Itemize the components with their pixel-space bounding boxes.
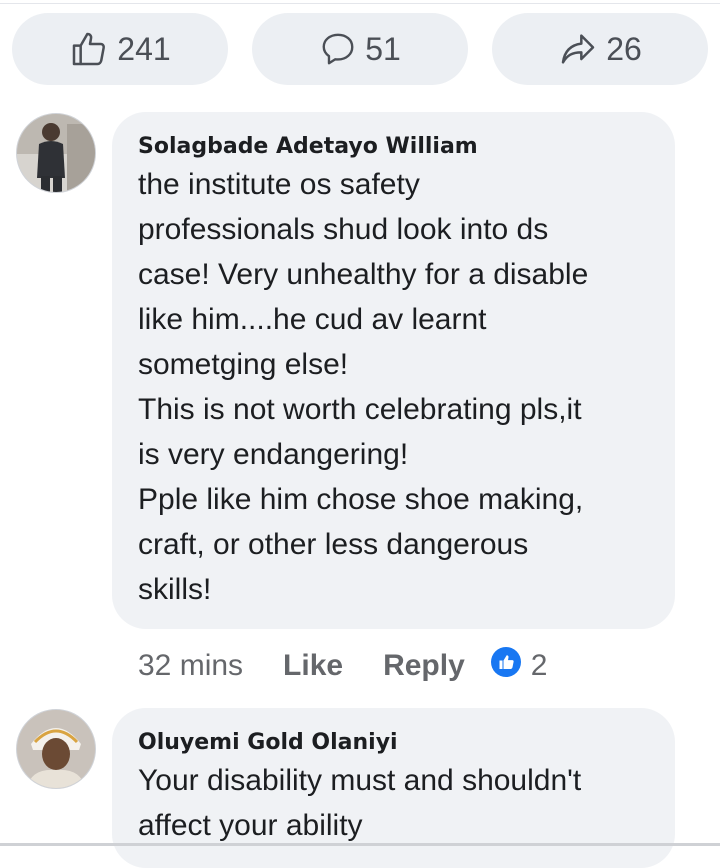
- comment-line: affect your ability: [138, 809, 363, 842]
- comment-line: the institute os safety: [138, 168, 420, 201]
- avatar-photo: [17, 710, 95, 788]
- comment-line: skills!: [138, 573, 212, 606]
- comment-line: is very endangering!: [138, 438, 409, 471]
- share-icon: [558, 29, 598, 69]
- reaction-count: 2: [530, 649, 548, 682]
- top-divider: [0, 3, 720, 4]
- comment-count-button[interactable]: 51: [252, 13, 468, 85]
- comment-line: Your disability must and shouldn't: [138, 764, 582, 797]
- comment-icon: [319, 30, 357, 68]
- share-count-button[interactable]: 26: [492, 13, 708, 85]
- avatar-photo: [17, 114, 95, 192]
- comment-author[interactable]: Solagbade Adetayo William: [138, 134, 651, 160]
- comment-count: 51: [365, 30, 401, 67]
- reply-link[interactable]: Reply: [383, 649, 465, 683]
- comment-author[interactable]: Oluyemi Gold Olaniyi: [138, 730, 651, 756]
- comment-line: sometging else!: [138, 348, 349, 381]
- comment-text: Your disability must and shouldn't affec…: [138, 758, 651, 848]
- avatar[interactable]: [16, 113, 96, 193]
- like-count: 241: [117, 30, 171, 67]
- comment-reactions[interactable]: 2: [490, 647, 548, 685]
- comment-line: Pple like him chose shoe making,: [138, 483, 584, 516]
- comment-line: This is not worth celebrating pls,it: [138, 393, 582, 426]
- share-count: 26: [606, 30, 642, 67]
- comment-line: case! Very unhealthy for a disable: [138, 258, 589, 291]
- comment-timestamp[interactable]: 32 mins: [138, 649, 243, 683]
- comment-line: craft, or other less dangerous: [138, 528, 529, 561]
- comment-line: like him....he cud av learnt: [138, 303, 487, 336]
- like-link[interactable]: Like: [283, 649, 343, 683]
- comment-bubble: Solagbade Adetayo William the institute …: [112, 112, 675, 629]
- comment-text: the institute os safety professionals sh…: [138, 162, 651, 612]
- like-count-button[interactable]: 241: [12, 13, 228, 85]
- comment-line: professionals shud look into ds: [138, 213, 549, 246]
- like-reaction-icon: [490, 647, 521, 685]
- avatar[interactable]: [16, 709, 96, 789]
- comment-meta: 32 mins Like Reply 2: [138, 644, 547, 688]
- thumbs-up-icon: [69, 29, 109, 69]
